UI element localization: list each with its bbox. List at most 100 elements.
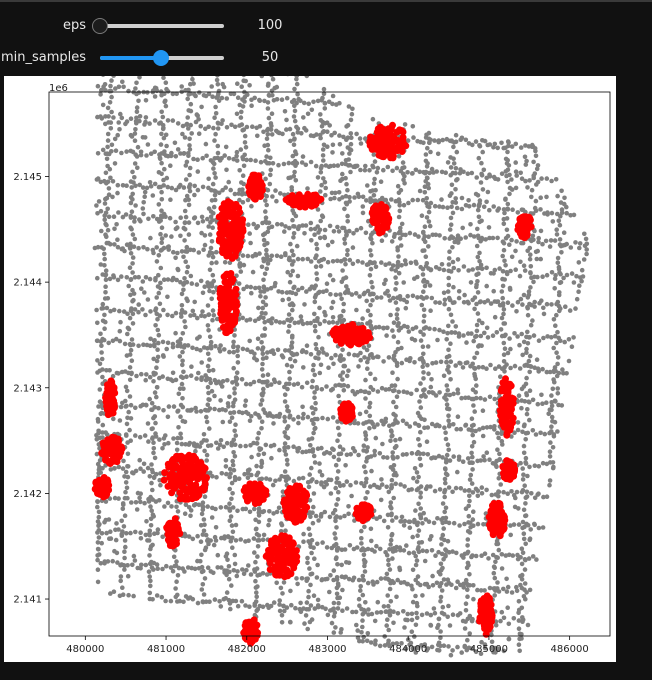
noise-point: [365, 366, 370, 372]
noise-point: [313, 255, 318, 261]
noise-point: [472, 409, 478, 414]
noise-point: [359, 536, 364, 541]
noise-point: [352, 392, 358, 397]
noise-point: [435, 625, 440, 630]
noise-point: [189, 281, 195, 286]
noise-point: [500, 253, 506, 259]
noise-point: [499, 552, 505, 557]
noise-point: [219, 471, 225, 476]
noise-point: [534, 557, 539, 562]
noise-point: [528, 527, 533, 532]
noise-point: [233, 538, 239, 543]
noise-point: [547, 478, 553, 483]
noise-point: [232, 552, 238, 558]
eps-slider-track[interactable]: [92, 18, 224, 34]
noise-point: [234, 149, 240, 155]
noise-point: [311, 491, 317, 496]
noise-point: [295, 226, 301, 232]
noise-point: [205, 384, 211, 390]
noise-point: [188, 273, 194, 279]
noise-point: [374, 354, 380, 360]
min-samples-slider-track[interactable]: [100, 50, 224, 66]
noise-point: [261, 277, 266, 283]
noise-point: [123, 489, 128, 495]
noise-point: [528, 264, 534, 269]
noise-point: [331, 454, 337, 460]
noise-point: [94, 437, 100, 442]
noise-point: [481, 454, 486, 459]
noise-point: [453, 139, 459, 145]
noise-point: [148, 504, 153, 509]
noise-point: [301, 531, 306, 537]
noise-point: [458, 361, 463, 366]
noise-point: [318, 362, 324, 368]
noise-point: [513, 267, 518, 272]
noise-point: [557, 270, 562, 275]
noise-point: [466, 204, 472, 209]
noise-point: [320, 147, 326, 152]
noise-point: [265, 187, 271, 193]
noise-point: [480, 320, 485, 326]
noise-point: [124, 485, 130, 491]
noise-point: [252, 550, 257, 555]
noise-point: [427, 170, 432, 176]
noise-point: [235, 353, 240, 359]
noise-point: [311, 453, 317, 459]
noise-point: [154, 295, 159, 300]
noise-point: [306, 526, 312, 532]
noise-point: [437, 487, 443, 492]
noise-point: [495, 447, 500, 453]
noise-point: [421, 510, 427, 516]
noise-point: [187, 595, 193, 600]
noise-point: [576, 260, 582, 265]
noise-point: [438, 629, 443, 634]
noise-point: [465, 543, 470, 548]
noise-point: [218, 398, 223, 403]
noise-point: [130, 562, 135, 568]
noise-point: [143, 115, 149, 120]
noise-point: [317, 461, 322, 466]
noise-point: [368, 248, 373, 253]
noise-point: [265, 229, 271, 234]
noise-point: [153, 276, 158, 281]
noise-point: [384, 484, 390, 490]
noise-point: [455, 469, 460, 475]
noise-point: [295, 446, 300, 452]
noise-point: [204, 408, 209, 413]
noise-point: [564, 272, 570, 278]
noise-point: [321, 86, 327, 92]
noise-point: [103, 290, 108, 295]
noise-point: [303, 613, 309, 618]
noise-point: [531, 173, 536, 179]
noise-point: [242, 140, 248, 145]
noise-point: [475, 493, 481, 499]
noise-point: [430, 583, 436, 588]
noise-point: [107, 166, 113, 172]
noise-point: [156, 170, 162, 175]
noise-point: [319, 445, 324, 451]
noise-point: [544, 176, 550, 181]
noise-point: [466, 268, 471, 273]
cluster-point: [384, 130, 392, 138]
eps-slider-handle[interactable]: [92, 18, 108, 34]
noise-point: [501, 247, 507, 253]
noise-point: [345, 213, 350, 219]
noise-point: [203, 141, 209, 147]
noise-point: [195, 157, 200, 162]
noise-point: [328, 573, 333, 578]
noise-point: [254, 590, 259, 595]
min-samples-slider-handle[interactable]: [153, 50, 170, 66]
noise-point: [557, 237, 563, 242]
noise-point: [475, 521, 481, 527]
noise-point: [105, 138, 111, 143]
noise-point: [255, 554, 260, 559]
noise-point: [269, 132, 275, 137]
noise-point: [492, 396, 498, 402]
noise-point: [527, 335, 532, 340]
noise-point: [437, 233, 442, 238]
noise-point: [137, 495, 142, 501]
noise-point: [381, 422, 386, 427]
noise-point: [577, 245, 582, 251]
noise-point: [321, 484, 327, 490]
noise-point: [389, 434, 395, 439]
